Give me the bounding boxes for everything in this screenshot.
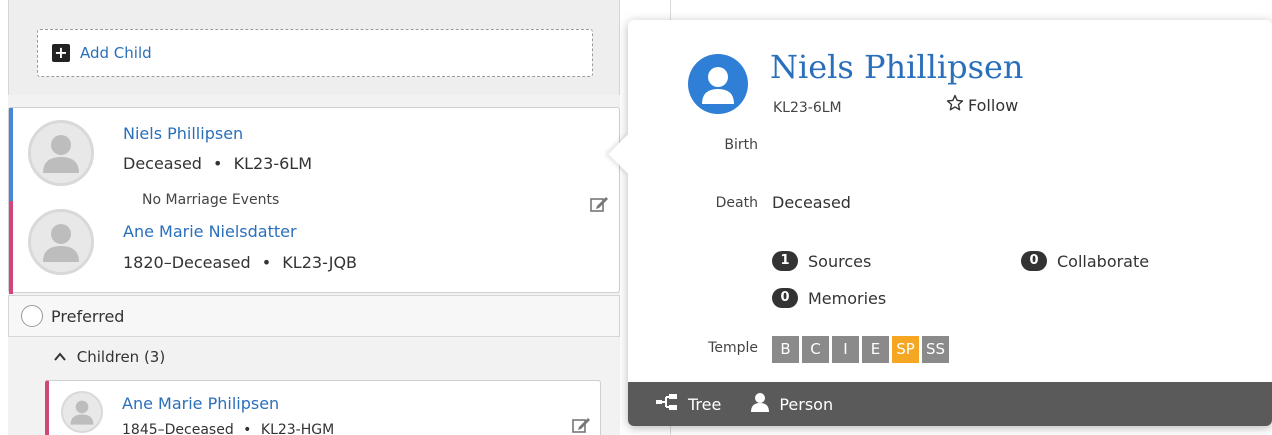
person-silhouette-icon: [28, 209, 94, 275]
add-child-label: Add Child: [80, 44, 152, 62]
death-value: Deceased: [772, 193, 851, 212]
person-icon: [688, 54, 748, 114]
wife-lifespan: 1820–Deceased: [123, 253, 251, 272]
temple-label: Temple: [708, 340, 758, 356]
sources-label: Sources: [808, 251, 872, 271]
person-popover: Niels Phillipsen KL23-6LM Follow Birth D…: [608, 20, 1272, 426]
child-pid: KL23-HGM: [260, 422, 335, 435]
collaborate-label: Collaborate: [1057, 251, 1150, 271]
child-lifespan: 1845–Deceased: [122, 422, 234, 435]
edit-icon[interactable]: [571, 415, 591, 435]
ordinance-baptism[interactable]: B: [772, 336, 799, 363]
follow-button[interactable]: Follow: [946, 94, 1018, 116]
memories-label: Memories: [808, 288, 887, 308]
husband-row[interactable]: Niels Phillipsen Deceased • KL23-6LM: [9, 108, 619, 201]
husband-details: Deceased • KL23-6LM: [123, 154, 312, 173]
child-details: 1845–Deceased • KL23-HGM: [122, 422, 334, 435]
children-header: Children (3): [76, 348, 166, 366]
person-icon: [751, 392, 779, 416]
ordinance-sealing-to-spouse[interactable]: SS: [922, 336, 950, 363]
ordinance-initiatory[interactable]: I: [832, 336, 859, 363]
collaborate-count-badge: 0: [1021, 251, 1047, 271]
add-child-section: + Add Child: [8, 0, 620, 95]
tree-icon: [656, 394, 688, 414]
popover-pid: KL23-6LM: [773, 100, 842, 116]
family-panel: + Add Child Niels Phillipsen Deceased • …: [8, 0, 620, 435]
death-label: Death: [715, 195, 758, 211]
person-silhouette-icon: [28, 120, 94, 186]
wife-name-link[interactable]: Ane Marie Nielsdatter: [123, 222, 297, 241]
star-outline-icon: [946, 94, 968, 116]
child-name-link[interactable]: Ane Marie Philipsen: [122, 394, 279, 413]
bullet: •: [243, 422, 252, 435]
preferred-row: Preferred: [8, 295, 620, 337]
husband-pid: KL23-6LM: [233, 154, 313, 173]
preferred-label: Preferred: [51, 306, 125, 326]
ordinance-sealing-to-parents[interactable]: SP: [892, 336, 919, 363]
wife-pid: KL23-JQB: [282, 253, 358, 272]
temple-ordinances: B C I E SP SS: [772, 336, 952, 363]
bullet: •: [261, 253, 272, 272]
sources-link[interactable]: 1 Sources: [772, 251, 871, 271]
husband-name-link[interactable]: Niels Phillipsen: [123, 124, 243, 143]
memories-link[interactable]: 0 Memories: [772, 288, 886, 308]
memories-count-badge: 0: [772, 288, 798, 308]
person-button[interactable]: Person: [751, 392, 833, 416]
popover-person-name[interactable]: Niels Phillipsen: [770, 48, 1024, 86]
chevron-up-icon: [54, 348, 77, 366]
tree-button[interactable]: Tree: [656, 394, 721, 414]
follow-label: Follow: [968, 95, 1019, 115]
ordinance-confirmation[interactable]: C: [802, 336, 829, 363]
add-child-button[interactable]: + Add Child: [37, 29, 593, 77]
birth-label: Birth: [724, 137, 758, 153]
wife-row[interactable]: Ane Marie Nielsdatter 1820–Deceased • KL…: [9, 201, 619, 294]
person-silhouette-icon: [61, 391, 103, 433]
bullet: •: [213, 154, 223, 173]
children-toggle[interactable]: Children (3): [54, 348, 165, 366]
sources-count-badge: 1: [772, 251, 798, 271]
husband-status: Deceased: [123, 154, 202, 173]
ordinance-endowment[interactable]: E: [862, 336, 889, 363]
wife-details: 1820–Deceased • KL23-JQB: [123, 253, 357, 272]
popover-body: Niels Phillipsen KL23-6LM Follow Birth D…: [628, 20, 1272, 426]
preferred-radio[interactable]: [21, 305, 43, 327]
person-label: Person: [779, 394, 834, 414]
plus-icon: +: [52, 44, 70, 62]
couple-card: Niels Phillipsen Deceased • KL23-6LM No …: [8, 107, 620, 294]
child-card[interactable]: Ane Marie Philipsen 1845–Deceased • KL23…: [45, 380, 601, 435]
popover-footer: Tree Person: [628, 382, 1272, 426]
tree-label: Tree: [688, 394, 722, 414]
collaborate-link[interactable]: 0 Collaborate: [1021, 251, 1149, 271]
